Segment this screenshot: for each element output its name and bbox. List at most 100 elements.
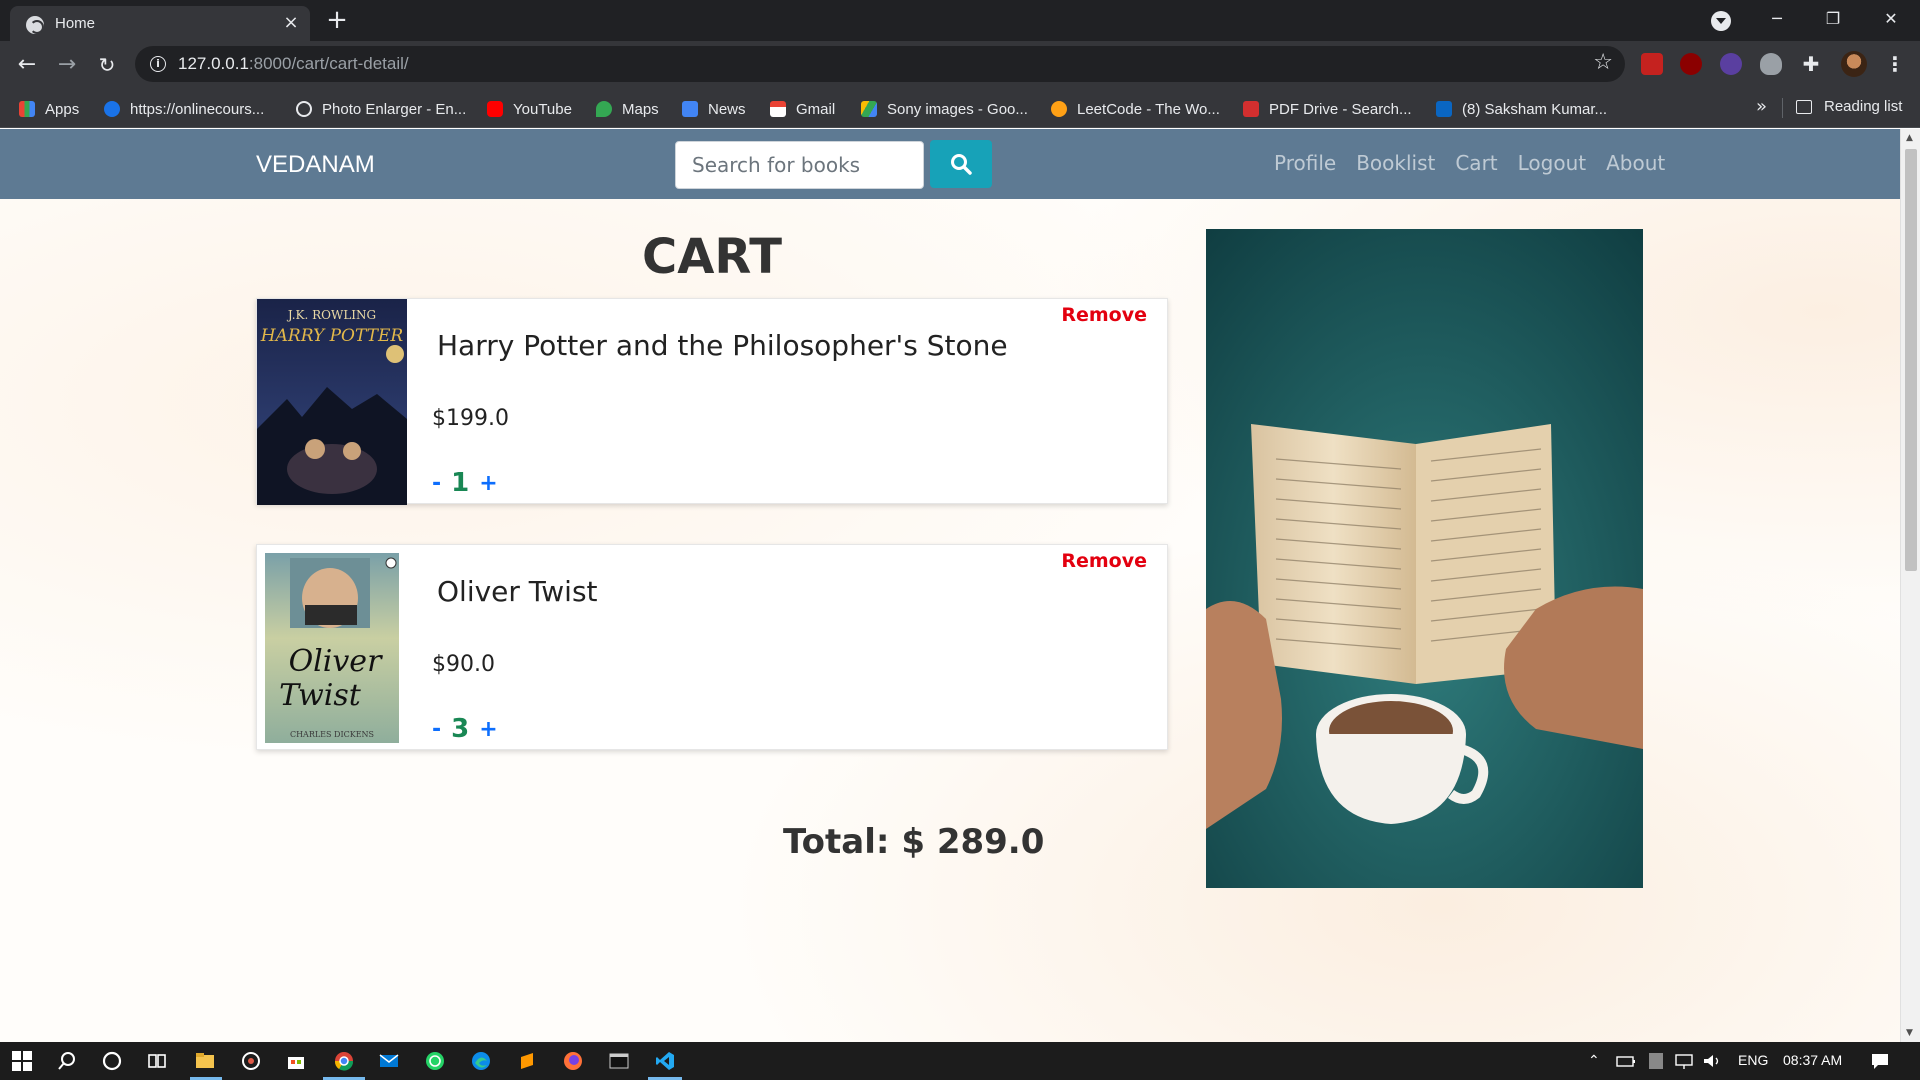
qty-increment-button[interactable]: + — [479, 471, 497, 496]
svg-text:Oliver: Oliver — [289, 644, 383, 679]
media-player-icon[interactable] — [241, 1051, 261, 1071]
google-drive-icon — [861, 101, 877, 117]
cart-item: Oliver Twist CHARLES DICKENS Remove Oliv… — [256, 544, 1168, 750]
qty-increment-button[interactable]: + — [479, 717, 497, 742]
sublime-icon[interactable] — [517, 1051, 537, 1071]
extension-red-icon[interactable] — [1680, 53, 1702, 75]
vscode-icon[interactable] — [655, 1051, 675, 1071]
volume-icon[interactable] — [1702, 1051, 1722, 1071]
chrome-icon[interactable] — [334, 1051, 354, 1071]
cart-total: Total: $ 289.0 — [783, 822, 1045, 862]
nav-cart[interactable]: Cart — [1455, 151, 1497, 175]
tab-search-icon[interactable] — [1711, 11, 1731, 31]
nav-profile[interactable]: Profile — [1274, 151, 1336, 175]
youtube-icon — [487, 101, 503, 117]
bookmark-star-icon[interactable]: ☆ — [1593, 50, 1613, 75]
bookmark-onlinecourses[interactable]: https://onlinecours... — [104, 98, 264, 120]
extension-pocket-icon[interactable] — [1641, 53, 1663, 75]
oliver-twist-cover: Oliver Twist CHARLES DICKENS — [265, 553, 399, 743]
task-view-icon[interactable] — [147, 1051, 167, 1071]
bookmark-photo-enlarger[interactable]: Photo Enlarger - En... — [296, 98, 466, 120]
bookmark-sony-images[interactable]: Sony images - Goo... — [861, 98, 1028, 120]
reload-icon[interactable]: ↻ — [93, 51, 121, 79]
bookmark-maps[interactable]: Maps — [596, 98, 659, 120]
clock[interactable]: 08:37 AM — [1783, 1052, 1842, 1068]
cart-item: J.K. ROWLING HARRY POTTER Remove Harry P… — [256, 298, 1168, 505]
pdf-drive-icon — [1243, 101, 1259, 117]
site-info-icon[interactable]: i — [150, 56, 166, 72]
profile-avatar[interactable] — [1841, 51, 1867, 77]
network-icon[interactable] — [1674, 1051, 1694, 1071]
forward-arrow-icon[interactable]: → — [53, 51, 81, 79]
reading-list-icon — [1796, 99, 1812, 114]
search-input[interactable] — [675, 141, 924, 189]
browser-tab-home[interactable]: Home × — [10, 6, 310, 41]
reading-list-button[interactable]: Reading list — [1796, 98, 1902, 115]
qty-decrement-button[interactable]: - — [432, 717, 441, 742]
news-icon — [682, 101, 698, 117]
nav-booklist[interactable]: Booklist — [1356, 151, 1435, 175]
remove-button[interactable]: Remove — [1061, 550, 1147, 572]
bookmark-news[interactable]: News — [682, 98, 746, 120]
nav-about[interactable]: About — [1606, 151, 1665, 175]
back-arrow-icon[interactable]: ← — [13, 51, 41, 79]
qty-value: 3 — [451, 714, 470, 744]
book-cover-image[interactable]: Oliver Twist CHARLES DICKENS — [265, 553, 399, 743]
language-indicator[interactable]: ENG — [1738, 1052, 1768, 1068]
windows-start-icon[interactable] — [12, 1051, 32, 1071]
edge-icon[interactable] — [471, 1051, 491, 1071]
device-icon[interactable] — [1646, 1051, 1666, 1071]
extensions-puzzle-icon[interactable]: ✚ — [1800, 53, 1822, 75]
bookmark-linkedin[interactable]: (8) Saksham Kumar... — [1436, 98, 1607, 120]
extension-shield-icon[interactable] — [1720, 53, 1742, 75]
url-text[interactable]: 127.0.0.1:8000/cart/cart-detail/ — [178, 54, 409, 74]
scroll-thumb[interactable] — [1905, 149, 1917, 571]
page-scrollbar[interactable]: ▲ ▼ — [1900, 129, 1920, 1042]
windows-taskbar: ⌃ ENG 08:37 AM — [0, 1042, 1920, 1080]
scroll-down-arrow-icon[interactable]: ▼ — [1906, 1028, 1913, 1038]
file-explorer-icon[interactable] — [195, 1051, 215, 1071]
search-icon[interactable] — [57, 1051, 77, 1071]
bookmark-apps[interactable]: Apps — [19, 98, 79, 120]
book-cover-image[interactable]: J.K. ROWLING HARRY POTTER — [257, 299, 407, 505]
terminal-icon[interactable] — [609, 1051, 629, 1071]
cortana-icon[interactable] — [102, 1051, 122, 1071]
bookmarks-bar: Apps https://onlinecours... Photo Enlarg… — [0, 88, 1920, 128]
svg-text:CHARLES DICKENS: CHARLES DICKENS — [290, 730, 374, 739]
remove-button[interactable]: Remove — [1061, 304, 1147, 326]
nav-links: Profile Booklist Cart Logout About — [1274, 151, 1665, 175]
extension-cloud-icon[interactable] — [1760, 53, 1782, 75]
menu-kebab-icon[interactable]: ⋮ — [1885, 52, 1905, 76]
search-icon — [951, 154, 972, 175]
quantity-stepper: - 3 + — [432, 714, 498, 744]
bookmarks-overflow-icon[interactable]: » — [1756, 96, 1767, 117]
tab-close-icon[interactable]: × — [280, 12, 302, 34]
book-title[interactable]: Oliver Twist — [437, 575, 598, 608]
bookmark-pdf-drive[interactable]: PDF Drive - Search... — [1243, 98, 1412, 120]
store-icon[interactable] — [286, 1051, 306, 1071]
whatsapp-icon[interactable] — [425, 1051, 445, 1071]
book-and-coffee-image — [1206, 229, 1643, 888]
notifications-icon[interactable] — [1870, 1051, 1890, 1071]
bookmark-gmail[interactable]: Gmail — [770, 98, 835, 120]
apps-grid-icon — [19, 101, 35, 117]
qty-value: 1 — [451, 468, 470, 498]
bookmark-leetcode[interactable]: LeetCode - The Wo... — [1051, 98, 1220, 120]
battery-icon[interactable] — [1616, 1051, 1636, 1071]
firefox-icon[interactable] — [563, 1051, 583, 1071]
tray-chevron-icon[interactable]: ⌃ — [1588, 1052, 1600, 1069]
close-window-button[interactable]: ✕ — [1876, 6, 1906, 32]
qty-decrement-button[interactable]: - — [432, 471, 441, 496]
search-button[interactable] — [930, 140, 992, 188]
book-title[interactable]: Harry Potter and the Philosopher's Stone — [437, 329, 1008, 362]
minimize-button[interactable]: ─ — [1762, 6, 1792, 32]
restore-button[interactable]: ❐ — [1818, 6, 1848, 32]
mail-icon[interactable] — [379, 1051, 399, 1071]
scroll-up-arrow-icon[interactable]: ▲ — [1906, 133, 1913, 143]
new-tab-button[interactable]: + — [324, 7, 350, 34]
brand-logo[interactable]: VEDANAM — [256, 151, 375, 179]
address-bar[interactable]: i 127.0.0.1:8000/cart/cart-detail/ ☆ — [135, 46, 1625, 82]
bookmark-youtube[interactable]: YouTube — [487, 98, 572, 120]
quantity-stepper: - 1 + — [432, 468, 498, 498]
nav-logout[interactable]: Logout — [1518, 151, 1586, 175]
